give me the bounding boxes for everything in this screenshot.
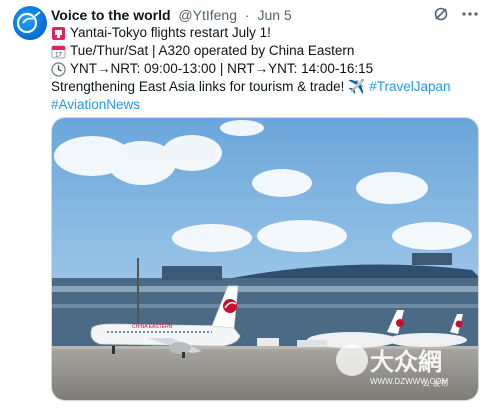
more-options-icon[interactable] (461, 6, 479, 22)
top-actions (433, 6, 479, 22)
tweet-line-2: 17 Tue/Thur/Sat | A320 operated by China… (51, 42, 483, 60)
megaphone-icon (52, 26, 65, 40)
watermark-logo-text: 大众網 (370, 348, 442, 376)
tweet-line-5: #AviationNews (51, 96, 483, 114)
grok-icon[interactable] (433, 6, 449, 22)
airport-photo: CHINA EASTERN 大众網 WWW.DZWWW.COM 公 发布 (52, 118, 478, 400)
calendar-icon: 17 (51, 45, 66, 58)
separator-dot: · (244, 7, 250, 23)
tweet-date[interactable]: Jun 5 (257, 7, 291, 23)
tweet-line-3: YNT→NRT: 09:00-13:00 | NRT→YNT: 14:00-16… (51, 60, 483, 78)
tweet-line-4-text: Strengthening East Asia links for touris… (51, 79, 345, 94)
tweet-line-4: Strengthening East Asia links for touris… (51, 78, 483, 96)
tweet-text: Yantai-Tokyo flights restart July 1! 17 … (51, 24, 483, 114)
hashtag-aviationnews[interactable]: #AviationNews (51, 96, 140, 114)
svg-text:17: 17 (55, 52, 62, 58)
tweet-line-2-text: Tue/Thur/Sat | A320 operated by China Ea… (70, 43, 355, 58)
watermark-note: 公 发布 (422, 378, 449, 388)
tweet-media-photo[interactable]: CHINA EASTERN 大众網 WWW.DZWWW.COM 公 发布 (51, 117, 479, 401)
airplane-emoji-icon: ✈️ (348, 79, 366, 94)
hashtag-traveljapan[interactable]: #TravelJapan (369, 78, 450, 96)
author-handle[interactable]: @YtIfeng (178, 7, 237, 23)
airline-label: CHINA EASTERN (132, 324, 173, 330)
tweet-line-3-text: YNT→NRT: 09:00-13:00 | NRT→YNT: 14:00-16… (70, 61, 374, 76)
tweet-line-1-text: Yantai-Tokyo flights restart July 1! (70, 25, 271, 40)
author-avatar[interactable] (13, 6, 47, 40)
clock-icon (51, 61, 66, 77)
tweet-line-1: Yantai-Tokyo flights restart July 1! (51, 24, 483, 42)
tweet-header: Voice to the world @YtIfeng · Jun 5 (51, 6, 453, 24)
author-name[interactable]: Voice to the world (51, 7, 171, 23)
avatar-logo-icon (16, 11, 41, 34)
